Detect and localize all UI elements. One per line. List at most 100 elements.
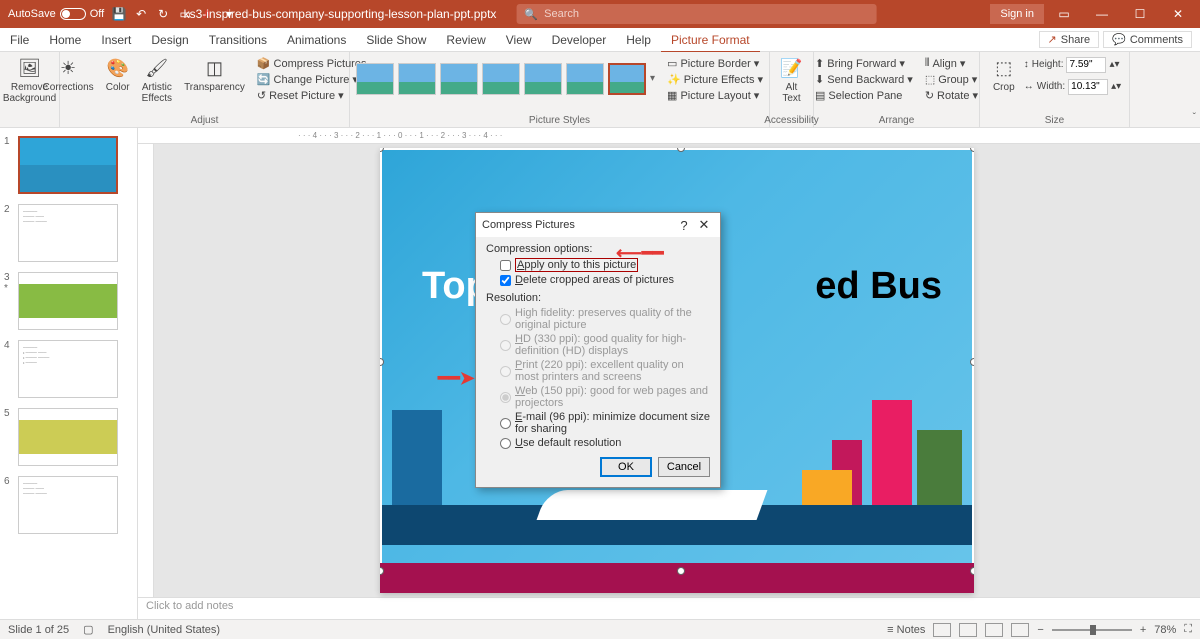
- picture-border-button[interactable]: ▭ Picture Border ▾: [663, 56, 767, 71]
- hifi-radio: High fidelity: preserves quality of the …: [500, 307, 710, 331]
- picture-styles-gallery[interactable]: ▾: [352, 59, 659, 99]
- search-input[interactable]: [544, 8, 868, 20]
- adjust-label: Adjust: [191, 115, 219, 126]
- ribbon-options-icon[interactable]: ▭: [1046, 0, 1082, 28]
- slide-counter[interactable]: Slide 1 of 25: [8, 624, 69, 636]
- apply-only-checkbox[interactable]: Apply only to this picture: [500, 258, 710, 272]
- style-thumb[interactable]: [482, 63, 520, 95]
- spinner-icon[interactable]: ▴▾: [1109, 59, 1119, 70]
- slide-thumb-1[interactable]: [18, 136, 118, 194]
- styles-label: Picture Styles: [529, 115, 590, 126]
- collapse-ribbon-icon[interactable]: ˇ: [1193, 112, 1196, 123]
- menu-insert[interactable]: Insert: [91, 28, 141, 52]
- menu-animations[interactable]: Animations: [277, 28, 356, 52]
- zoom-level[interactable]: 78%: [1154, 624, 1176, 636]
- language-status[interactable]: English (United States): [108, 624, 221, 636]
- alt-text-icon: 📝: [780, 56, 804, 80]
- hd-radio: HD (330 ppi): good quality for high-defi…: [500, 333, 710, 357]
- save-icon[interactable]: 💾: [112, 7, 126, 21]
- style-thumb[interactable]: [608, 63, 646, 95]
- slide-thumb-4[interactable]: ─────• ──── ───• ──── ────• ────: [18, 340, 118, 398]
- arrow-annotation: ⟵━━: [616, 243, 663, 264]
- group-button[interactable]: ⬚ Group ▾: [921, 72, 982, 87]
- menu-help[interactable]: Help: [616, 28, 661, 52]
- send-backward-button[interactable]: ⬇ Send Backward ▾: [811, 72, 917, 87]
- alt-text-button[interactable]: 📝Alt Text: [776, 54, 808, 106]
- close-icon[interactable]: ✕: [1160, 0, 1196, 28]
- search-box[interactable]: 🔍: [516, 4, 876, 24]
- cancel-button[interactable]: Cancel: [658, 457, 710, 477]
- dialog-help-icon[interactable]: ?: [674, 218, 694, 233]
- menu-file[interactable]: File: [0, 28, 39, 52]
- menu-picture-format[interactable]: Picture Format: [661, 29, 760, 53]
- undo-icon[interactable]: ↶: [134, 7, 148, 21]
- comments-button[interactable]: 💬Comments: [1103, 31, 1192, 48]
- email-radio[interactable]: E-mail (96 ppi): minimize document size …: [500, 411, 710, 435]
- delete-cropped-checkbox[interactable]: Delete cropped areas of pictures: [500, 274, 710, 286]
- gallery-more-icon[interactable]: ▾: [650, 73, 655, 84]
- menu-home[interactable]: Home: [39, 28, 91, 52]
- menu-view[interactable]: View: [496, 28, 542, 52]
- normal-view-icon[interactable]: [933, 623, 951, 637]
- selection-pane-button[interactable]: ▤ Selection Pane: [811, 88, 917, 103]
- maximize-icon[interactable]: ☐: [1122, 0, 1158, 28]
- spinner-icon[interactable]: ▴▾: [1111, 81, 1121, 92]
- accessibility-status-icon[interactable]: ▢: [83, 623, 93, 636]
- notes-button[interactable]: ≡ Notes: [887, 624, 925, 636]
- picture-layout-button[interactable]: ▦ Picture Layout ▾: [663, 88, 767, 103]
- ruler-horizontal: · · · 4 · · · 3 · · · 2 · · · 1 · · · 0 …: [138, 128, 1200, 144]
- transparency-icon: ◫: [202, 56, 226, 80]
- style-thumb[interactable]: [356, 63, 394, 95]
- ok-button[interactable]: OK: [600, 457, 652, 477]
- slide-thumb-2[interactable]: ───────── ─────── ────: [18, 204, 118, 262]
- resolution-label: Resolution:: [486, 292, 710, 304]
- compress-pictures-dialog: Compress Pictures ? ✕ Compression option…: [475, 212, 721, 488]
- menu-transitions[interactable]: Transitions: [199, 28, 277, 52]
- slideshow-view-icon[interactable]: [1011, 623, 1029, 637]
- slide-thumb-3[interactable]: [18, 272, 118, 330]
- default-radio[interactable]: Use default resolution: [500, 437, 710, 449]
- slide-title-right: ed Bus: [815, 265, 942, 308]
- share-button[interactable]: ↗Share: [1039, 31, 1100, 48]
- artistic-effects-button[interactable]: 🖌Artistic Effects: [138, 54, 176, 106]
- arrange-label: Arrange: [879, 115, 915, 126]
- fit-window-icon[interactable]: ⛶: [1184, 623, 1192, 636]
- minimize-icon[interactable]: —: [1084, 0, 1120, 28]
- rotate-button[interactable]: ↻ Rotate ▾: [921, 88, 982, 103]
- align-button[interactable]: ⫴ Align ▾: [921, 56, 982, 71]
- redo-icon[interactable]: ↻: [156, 7, 170, 21]
- crop-button[interactable]: ⬚Crop: [988, 54, 1020, 95]
- sorter-view-icon[interactable]: [959, 623, 977, 637]
- zoom-in-icon[interactable]: +: [1140, 624, 1146, 636]
- menu-developer[interactable]: Developer: [542, 28, 617, 52]
- notes-area[interactable]: Click to add notes: [138, 597, 1200, 619]
- height-input[interactable]: [1066, 57, 1106, 73]
- height-icon: ↕: [1024, 59, 1029, 70]
- zoom-out-icon[interactable]: −: [1037, 624, 1043, 636]
- slide-thumb-6[interactable]: ───────── ─────── ────: [18, 476, 118, 534]
- autosave-toggle[interactable]: AutoSave Off: [8, 8, 104, 20]
- web-radio: Web (150 ppi): good for web pages and pr…: [500, 385, 710, 409]
- dialog-title: Compress Pictures: [482, 219, 674, 231]
- bring-forward-button[interactable]: ⬆ Bring Forward ▾: [811, 56, 917, 71]
- menu-design[interactable]: Design: [141, 28, 198, 52]
- style-thumb[interactable]: [566, 63, 604, 95]
- dialog-close-icon[interactable]: ✕: [694, 217, 714, 233]
- slide-thumb-5[interactable]: [18, 408, 118, 466]
- width-input[interactable]: [1068, 79, 1108, 95]
- menu-review[interactable]: Review: [436, 28, 495, 52]
- transparency-button[interactable]: ◫Transparency: [180, 54, 249, 106]
- zoom-slider[interactable]: [1052, 629, 1132, 631]
- picture-effects-button[interactable]: ✨ Picture Effects ▾: [663, 72, 767, 87]
- corrections-button[interactable]: ☀Corrections: [39, 54, 98, 106]
- style-thumb[interactable]: [398, 63, 436, 95]
- accessibility-label: Accessibility: [764, 115, 818, 126]
- reading-view-icon[interactable]: [985, 623, 1003, 637]
- size-label: Size: [1045, 115, 1064, 126]
- style-thumb[interactable]: [524, 63, 562, 95]
- color-button[interactable]: 🎨Color: [102, 54, 134, 106]
- menu-slideshow[interactable]: Slide Show: [356, 28, 436, 52]
- slide-panel[interactable]: 1 2───────── ─────── ──── 3* 4─────• ───…: [0, 128, 138, 619]
- style-thumb[interactable]: [440, 63, 478, 95]
- signin-button[interactable]: Sign in: [990, 4, 1044, 24]
